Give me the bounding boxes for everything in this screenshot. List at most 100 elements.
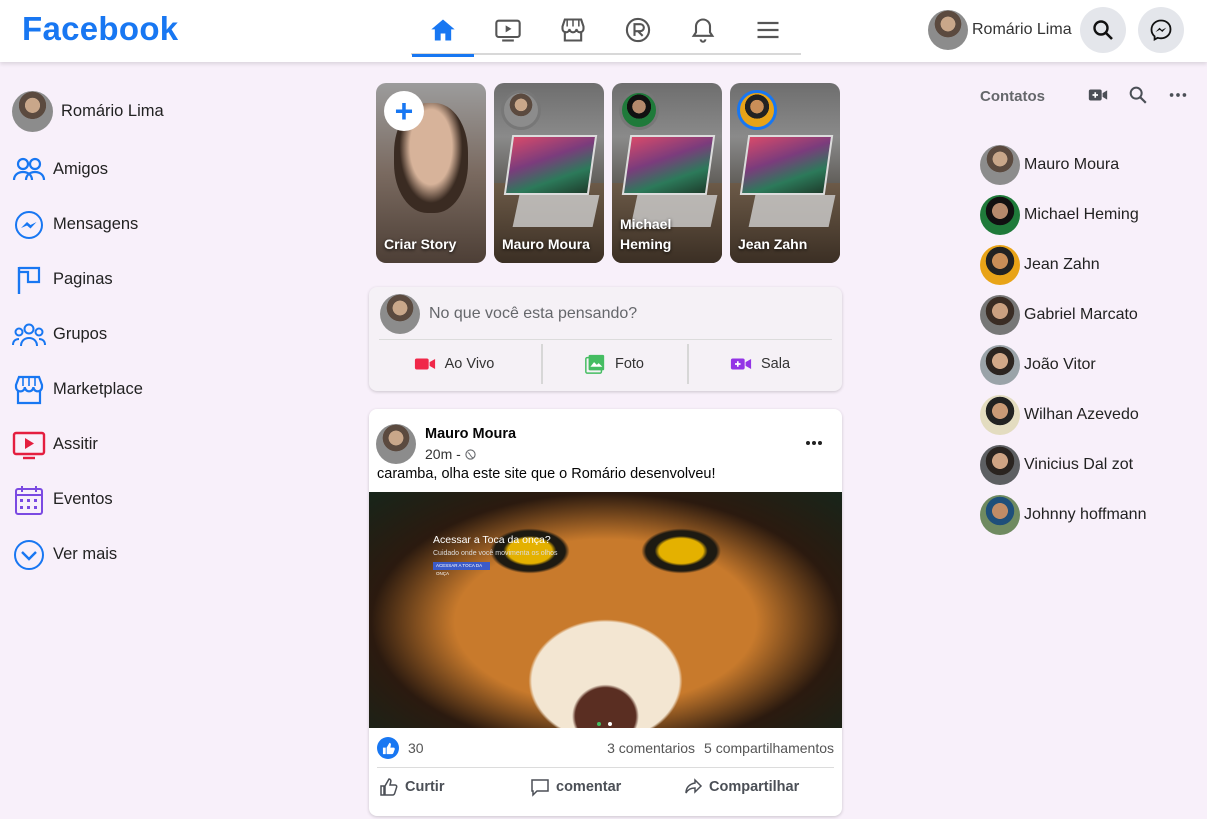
contact-name: Wilhan Azevedo bbox=[1024, 406, 1139, 423]
sidebar-item-label: Marketplace bbox=[53, 380, 143, 398]
story-label: Criar Story bbox=[384, 236, 457, 252]
video-call-icon[interactable] bbox=[1087, 84, 1109, 106]
story-card[interactable]: Mauro Moura bbox=[494, 83, 604, 263]
feed-post: Mauro Moura 20m - caramba, olha este sit… bbox=[369, 409, 842, 816]
sidebar-item-label: Eventos bbox=[53, 490, 113, 508]
nav-marketplace[interactable] bbox=[555, 12, 591, 48]
post-meta: 20m - bbox=[425, 446, 476, 462]
contact-name: Michael Heming bbox=[1024, 206, 1139, 223]
nav-home[interactable] bbox=[412, 12, 474, 57]
main-nav bbox=[411, 0, 801, 57]
live-video-button[interactable]: Ao Vivo bbox=[381, 344, 527, 384]
search-icon bbox=[1093, 20, 1113, 40]
avatar bbox=[380, 294, 420, 334]
sidebar-item-pages[interactable]: Paginas bbox=[12, 252, 272, 307]
video-icon bbox=[495, 19, 521, 42]
contact-name: Vinicius Dal zot bbox=[1024, 456, 1134, 473]
room-icon bbox=[730, 358, 752, 370]
comment-count[interactable]: 3 comentarios bbox=[607, 740, 695, 756]
sidebar-item-groups[interactable]: Grupos bbox=[12, 307, 272, 362]
sidebar-item-label: Ver mais bbox=[53, 545, 118, 563]
share-button[interactable]: Compartilhar bbox=[683, 775, 799, 799]
composer-input[interactable]: No que você esta pensando? bbox=[429, 305, 637, 323]
photo-button[interactable]: Foto bbox=[541, 344, 687, 384]
story-photo-keyboard bbox=[512, 195, 600, 227]
contact-item[interactable]: Johnny hoffmann bbox=[980, 485, 1200, 545]
nav-menu[interactable] bbox=[750, 12, 786, 48]
search-button[interactable] bbox=[1080, 7, 1126, 53]
avatar bbox=[737, 90, 777, 130]
messenger-icon bbox=[12, 206, 49, 243]
contact-name: Mauro Moura bbox=[1024, 156, 1120, 173]
sidebar-item-label: Paginas bbox=[53, 270, 113, 288]
avatar[interactable] bbox=[376, 424, 416, 464]
comment-button[interactable]: comentar bbox=[530, 775, 621, 799]
nav-gaming[interactable] bbox=[620, 12, 656, 48]
story-label: Jean Zahn bbox=[738, 236, 808, 252]
share-count[interactable]: 5 compartilhamentos bbox=[704, 740, 834, 756]
avatar bbox=[980, 195, 1020, 235]
avatar bbox=[980, 395, 1020, 435]
contact-name: Gabriel Marcato bbox=[1024, 306, 1138, 323]
sidebar-item-events[interactable]: Eventos bbox=[12, 472, 272, 527]
more-icon[interactable] bbox=[1167, 84, 1189, 106]
post-time[interactable]: 20m - bbox=[425, 446, 461, 462]
sidebar-item-messages[interactable]: Mensagens bbox=[12, 197, 272, 252]
sidebar-item-marketplace[interactable]: Marketplace bbox=[12, 362, 272, 417]
carousel-dot[interactable] bbox=[597, 722, 601, 726]
sidebar-item-see-more[interactable]: Ver mais bbox=[12, 527, 272, 582]
carousel-dot[interactable] bbox=[608, 722, 612, 726]
story-create[interactable]: + Criar Story bbox=[376, 83, 486, 263]
profile-shortcut[interactable]: Romário Lima bbox=[928, 10, 1072, 50]
like-button[interactable]: Curtir bbox=[379, 775, 444, 799]
avatar bbox=[980, 145, 1020, 185]
image-overlay-title: Acessar a Toca da onça? bbox=[433, 534, 551, 546]
avatar bbox=[980, 245, 1020, 285]
contact-name: Jean Zahn bbox=[1024, 256, 1100, 273]
facebook-logo[interactable]: Facebook bbox=[22, 10, 178, 48]
photo-icon bbox=[585, 354, 605, 374]
like-count[interactable]: 30 bbox=[408, 740, 424, 756]
share-label: Compartilhar bbox=[709, 779, 800, 795]
search-icon[interactable] bbox=[1127, 84, 1149, 106]
avatar bbox=[928, 10, 968, 50]
sidebar-item-profile[interactable]: Romário Lima bbox=[12, 90, 272, 132]
avatar bbox=[980, 495, 1020, 535]
gaming-icon bbox=[625, 17, 651, 43]
messenger-button[interactable] bbox=[1138, 7, 1184, 53]
contact-list: Mauro Moura Michael Heming Jean Zahn Gab… bbox=[980, 135, 1200, 545]
post-author[interactable]: Mauro Moura bbox=[425, 426, 516, 442]
post-text: caramba, olha este site que o Romário de… bbox=[377, 466, 716, 482]
sidebar-item-watch[interactable]: Assitir bbox=[12, 417, 272, 472]
add-story-icon[interactable]: + bbox=[384, 91, 424, 131]
sidebar-item-label: Romário Lima bbox=[61, 101, 164, 120]
like-label: Curtir bbox=[405, 779, 445, 795]
left-sidebar: Romário Lima Amigos Mensagens Paginas Gr… bbox=[12, 90, 272, 582]
video-icon bbox=[12, 426, 49, 463]
store-icon bbox=[12, 371, 49, 408]
post-image[interactable]: Acessar a Toca da onça? Cuidado onde voc… bbox=[369, 492, 842, 728]
avatar bbox=[980, 345, 1020, 385]
messenger-icon bbox=[1150, 19, 1172, 42]
flag-icon bbox=[12, 261, 49, 298]
live-video-icon bbox=[414, 358, 435, 370]
contact-name: João Vitor bbox=[1024, 356, 1096, 373]
sidebar-item-label: Grupos bbox=[53, 325, 108, 343]
contact-name: Johnny hoffmann bbox=[1024, 506, 1147, 523]
room-button[interactable]: Sala bbox=[687, 344, 833, 384]
friends-icon bbox=[12, 151, 49, 188]
story-card[interactable]: Jean Zahn bbox=[730, 83, 840, 263]
comment-label: comentar bbox=[556, 779, 622, 795]
sidebar-item-friends[interactable]: Amigos bbox=[12, 142, 272, 197]
store-icon bbox=[561, 18, 585, 42]
home-icon bbox=[431, 19, 455, 41]
more-options-icon[interactable] bbox=[804, 433, 824, 453]
image-overlay-subtitle: Cuidado onde você movimenta os olhos bbox=[433, 550, 558, 557]
story-photo-screen bbox=[621, 135, 716, 195]
story-card[interactable]: Michael Heming bbox=[612, 83, 722, 263]
nav-watch[interactable] bbox=[490, 12, 526, 48]
photo-label: Foto bbox=[614, 356, 644, 372]
room-label: Sala bbox=[760, 356, 791, 372]
avatar bbox=[12, 90, 53, 132]
nav-notifications[interactable] bbox=[685, 12, 721, 48]
